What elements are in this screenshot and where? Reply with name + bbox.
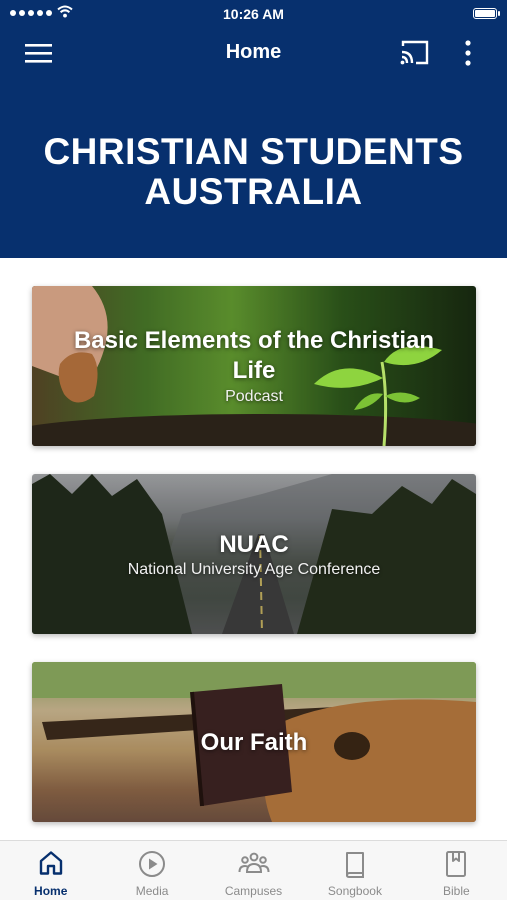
our-faith-card[interactable]: Our Faith [32,662,476,822]
card-title: Basic Elements of the Christian Life [73,327,435,384]
app-bar: Home [0,28,507,78]
nuac-card[interactable]: NUAC National University Age Conference [32,474,476,634]
bookmark-book-icon [446,851,467,877]
tab-songbook[interactable]: Songbook [304,841,405,900]
book-icon [345,852,364,878]
organization-title: CHRISTIAN STUDENTS AUSTRALIA [43,131,464,212]
card-title: Our Faith [200,729,308,756]
card-subtitle: Podcast [225,388,283,405]
more-options-icon[interactable] [456,38,480,68]
tab-label: Bible [442,884,470,898]
home-icon [39,851,62,875]
card-title: NUAC [219,531,289,558]
tab-label: Home [34,884,68,898]
hero-banner: CHRISTIAN STUDENTS AUSTRALIA [0,78,507,258]
tab-bible[interactable]: Bible [406,841,507,900]
podcast-card[interactable]: Basic Elements of the Christian Life Pod… [32,286,476,446]
battery-icon [473,8,500,19]
tab-campuses[interactable]: Campuses [203,841,304,900]
bottom-tab-bar: Home Media Campuses Songbook Bible [0,840,507,900]
tab-label: Media [135,884,169,898]
tab-home[interactable]: Home [0,841,101,900]
card-subtitle: National University Age Conference [127,561,381,578]
tab-label: Campuses [224,884,283,898]
status-bar: 10:26 AM [0,0,507,28]
tab-label: Songbook [327,884,382,898]
status-time: 10:26 AM [223,6,284,22]
tab-media[interactable]: Media [101,841,202,900]
people-icon [238,852,270,873]
play-circle-icon [139,851,166,877]
page-title: Home [225,41,282,63]
cast-icon[interactable] [398,38,430,66]
